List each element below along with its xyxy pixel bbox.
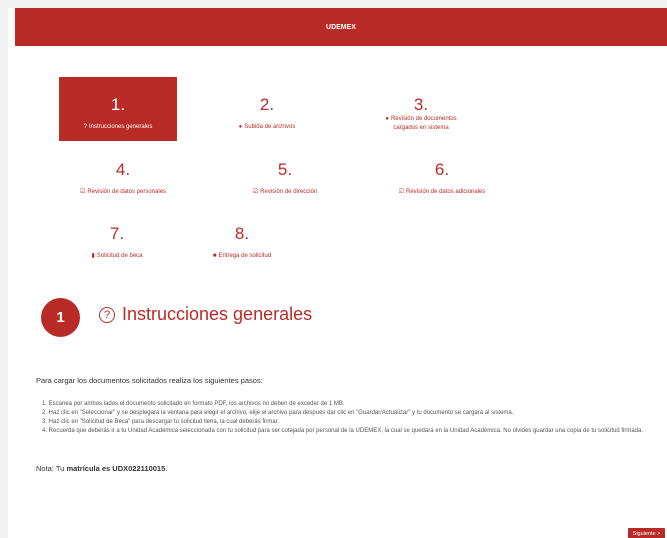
step-2[interactable]: 2. ● Subida de archivos <box>208 95 326 133</box>
section-number-badge: 1 <box>41 298 80 337</box>
file-icon: ▮ <box>91 253 95 259</box>
user-upload-icon: ● <box>238 124 243 130</box>
step-3-number: 3. <box>413 95 429 114</box>
step-1-label: Instrucciones generales <box>88 124 153 130</box>
step-6-number: 6. <box>434 160 450 179</box>
step-6[interactable]: 6. ☑ Revisión de datos adicionales <box>383 160 501 198</box>
enrollment-note: Nota: Tu matrícula es UDX022110015. <box>36 464 167 473</box>
step-2-label: Subida de archivos <box>244 124 296 130</box>
step-3-label: Revisión de documentos cargados en siste… <box>390 116 457 131</box>
note-prefix: Nota: Tu <box>36 464 67 473</box>
header-title: UDEMEX <box>326 23 356 31</box>
note-suffix: . <box>165 464 168 473</box>
step-2-number: 2. <box>259 95 275 114</box>
header-bar: UDEMEX <box>15 8 667 46</box>
next-button[interactable]: Siguiente > <box>628 528 665 538</box>
section-title-text: Instrucciones generales <box>122 304 313 324</box>
step-5-number: 5. <box>277 160 293 179</box>
step-1[interactable]: 1. ? Instrucciones generales <box>59 77 177 141</box>
instruction-item: 2. Haz clic en "Seleccionar" y se desple… <box>42 410 514 416</box>
instruction-item: 1. Escanea por ambos lados el documento … <box>42 401 345 407</box>
step-7[interactable]: 7. ▮ Solicitud de beca <box>58 224 176 262</box>
instruction-item: 4. Recuerda que deberás ir a tu Unidad A… <box>42 428 644 434</box>
users-icon: ● <box>385 116 389 122</box>
truck-icon: ■ <box>212 253 217 259</box>
question-circle-icon: ? <box>99 306 115 323</box>
question-circle-icon: ? <box>83 124 87 130</box>
checkbox-icon: ☑ <box>79 189 86 195</box>
checkbox-icon: ☑ <box>252 189 259 195</box>
step-4-number: 4. <box>115 160 131 179</box>
step-4[interactable]: 4. ☑ Revisión de datos personales <box>64 160 182 198</box>
step-5[interactable]: 5. ☑ Revisión de dirección <box>226 160 344 198</box>
step-4-label: Revisión de datos personales <box>87 189 167 195</box>
step-7-label: Solicitud de beca <box>96 253 143 259</box>
page-frame: UDEMEX 1. ? Instrucciones generales 2. ● S… <box>8 8 667 538</box>
instructions-list: 1. Escanea por ambos lados el documento … <box>42 400 662 436</box>
section-title: ? Instrucciones generales <box>99 304 312 325</box>
step-1-number: 1. <box>110 95 126 114</box>
checkbox-icon: ☑ <box>398 189 404 195</box>
step-3[interactable]: 3. ● Revisión de documentos cargados en s… <box>362 95 480 134</box>
step-5-label: Revisión de dirección <box>260 189 318 195</box>
step-8[interactable]: 8. ■ Entrega de solicitud <box>183 224 301 262</box>
instruction-item: 3. Haz clic en "Solicitud de Beca" para … <box>42 419 280 425</box>
note-enrollment: matrícula es UDX022110015 <box>66 464 166 473</box>
step-8-number: 8. <box>234 224 250 243</box>
instructions-intro: Para cargar los documentos solicitados r… <box>36 376 263 385</box>
step-6-label: Revisión de datos adicionales <box>406 189 486 195</box>
step-7-number: 7. <box>109 224 125 243</box>
step-8-label: Entrega de solicitud <box>218 253 272 259</box>
